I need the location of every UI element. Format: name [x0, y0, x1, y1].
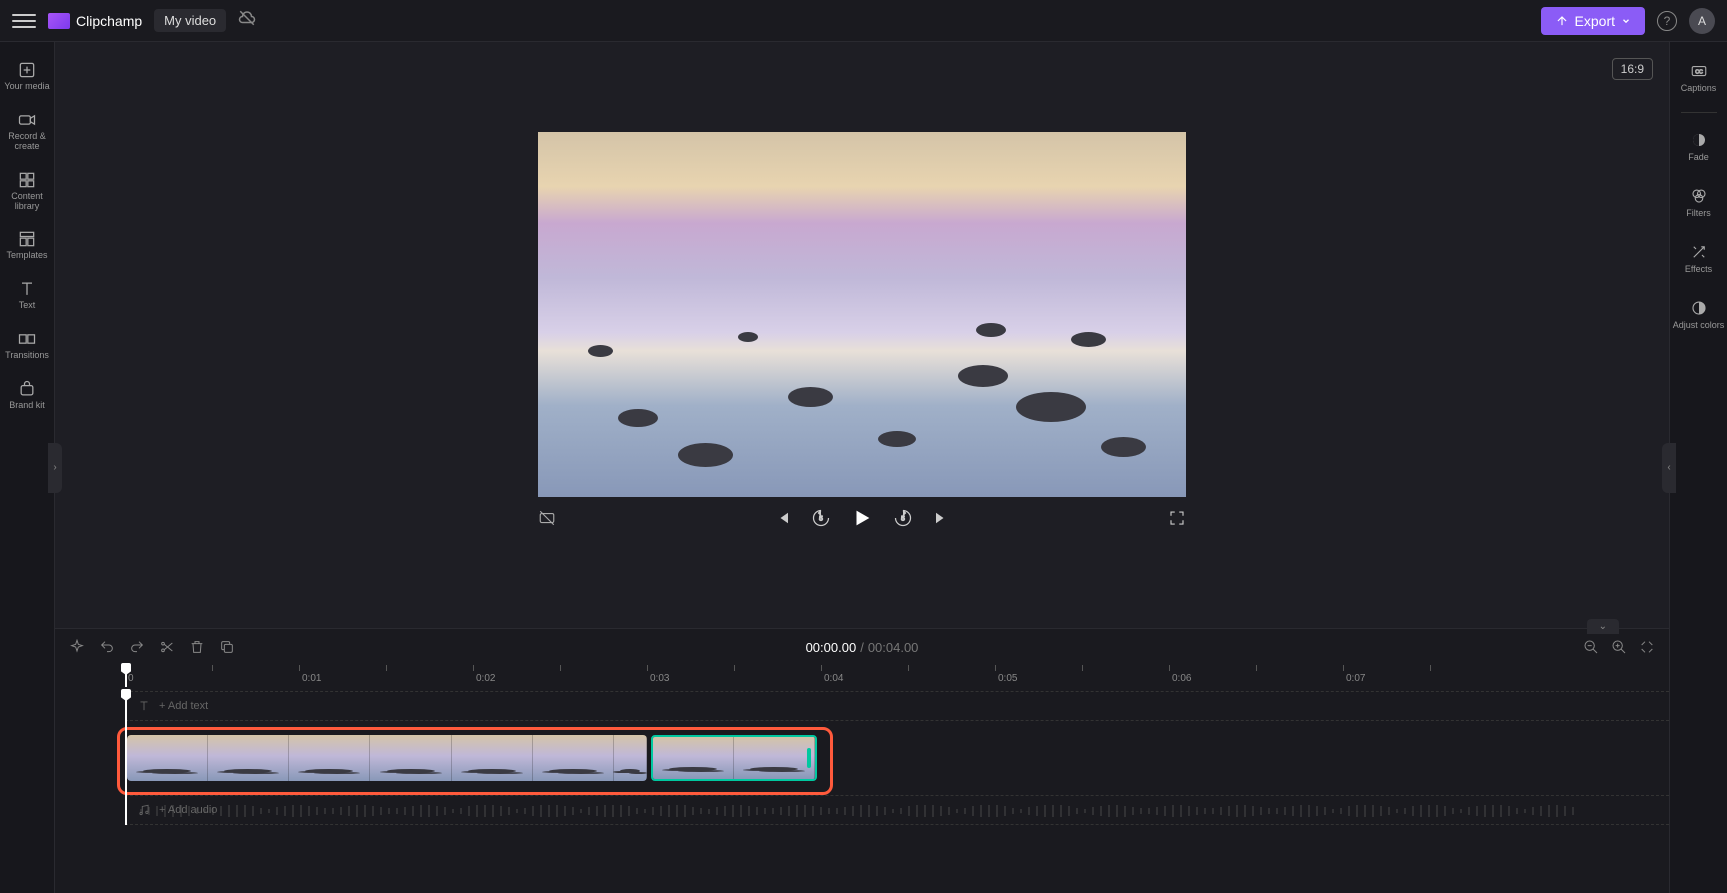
ruler-mark: 0:07 [1346, 673, 1365, 684]
ruler-mark: 0:03 [650, 673, 669, 684]
sidebar-item-label: Captions [1681, 84, 1717, 94]
undo-button[interactable] [99, 639, 115, 655]
time-separator: / [860, 640, 864, 655]
sidebar-item-content-library[interactable]: Content library [0, 162, 54, 220]
sidebar-item-label: Filters [1686, 209, 1711, 219]
text-track[interactable]: + Add text [125, 691, 1669, 721]
sidebar-item-text[interactable]: Text [0, 271, 54, 319]
zoom-in-button[interactable] [1611, 639, 1627, 655]
fullscreen-button[interactable] [1168, 509, 1186, 527]
sidebar-item-record-create[interactable]: Record & create [0, 102, 54, 160]
zoom-out-button[interactable] [1583, 639, 1599, 655]
sidebar-item-adjust-colors[interactable]: Adjust colors [1670, 289, 1727, 341]
avatar[interactable]: A [1689, 8, 1715, 34]
sidebar-item-label: Text [19, 301, 36, 311]
svg-text:5: 5 [819, 515, 823, 522]
sidebar-item-label: Content library [2, 192, 52, 212]
adjust-colors-icon [1690, 299, 1708, 317]
sidebar-item-label: Your media [4, 82, 49, 92]
sidebar-item-fade[interactable]: Fade [1670, 121, 1727, 173]
divider [1681, 112, 1717, 113]
duplicate-button[interactable] [219, 639, 235, 655]
chevron-down-icon [1621, 16, 1631, 26]
collapse-right-panel[interactable]: ‹ [1662, 443, 1676, 493]
sidebar-item-label: Fade [1688, 153, 1709, 163]
sidebar-item-filters[interactable]: Filters [1670, 177, 1727, 229]
help-button[interactable]: ? [1657, 11, 1677, 31]
export-button[interactable]: Export [1541, 7, 1645, 35]
sidebar-item-effects[interactable]: Effects [1670, 233, 1727, 285]
sidebar-item-label: Effects [1685, 265, 1712, 275]
sidebar-item-label: Brand kit [9, 401, 45, 411]
svg-text:CC: CC [1695, 69, 1703, 75]
text-icon [137, 699, 151, 713]
ruler-mark: 0:06 [1172, 673, 1191, 684]
play-button[interactable] [851, 507, 873, 529]
export-label: Export [1575, 13, 1615, 29]
sidebar-item-transitions[interactable]: Transitions [0, 321, 54, 369]
preview-area: 16:9 [55, 42, 1669, 628]
ruler-mark: 0:02 [476, 673, 495, 684]
template-icon [17, 229, 37, 249]
sidebar-item-templates[interactable]: Templates [0, 221, 54, 269]
split-button[interactable] [159, 639, 175, 655]
aspect-ratio-chip[interactable]: 16:9 [1612, 58, 1653, 80]
skip-forward-button[interactable] [933, 509, 951, 527]
skip-back-button[interactable] [773, 509, 791, 527]
sidebar-item-label: Templates [6, 251, 47, 261]
ruler-mark: 0:01 [302, 673, 321, 684]
right-sidebar: CC Captions Fade Filters Effects Adjust … [1669, 42, 1727, 893]
logo-icon [48, 13, 70, 29]
ruler-mark: 0:04 [824, 673, 843, 684]
safe-zone-toggle[interactable] [538, 509, 556, 527]
audio-waveform: document.write(Array.from({length:180},(… [137, 801, 1659, 821]
text-icon [17, 279, 37, 299]
left-sidebar: Your media Record & create Content libra… [0, 42, 55, 893]
sidebar-item-your-media[interactable]: Your media [0, 52, 54, 100]
captions-icon: CC [1690, 62, 1708, 80]
plus-box-icon [17, 60, 37, 80]
filters-icon [1690, 187, 1708, 205]
sidebar-item-captions[interactable]: CC Captions [1670, 52, 1727, 104]
total-time: 00:04.00 [868, 640, 919, 655]
app-logo[interactable]: Clipchamp [48, 13, 142, 29]
text-track-placeholder: + Add text [159, 700, 208, 712]
timeline-ruler[interactable]: 0 0:01 0:02 0:03 0:04 0:05 0:06 0:07 [55, 665, 1669, 687]
video-title[interactable]: My video [154, 9, 226, 32]
zoom-fit-button[interactable] [1639, 639, 1655, 655]
timeline-section: ⌄ 00:00.00 / 00:04.00 [55, 628, 1669, 893]
ruler-mark: 0 [128, 673, 134, 684]
menu-button[interactable] [12, 9, 36, 33]
sidebar-item-label: Record & create [2, 132, 52, 152]
playhead-line[interactable] [125, 691, 127, 825]
magic-tool[interactable] [69, 639, 85, 655]
ruler-mark: 0:05 [998, 673, 1017, 684]
timecode: 00:00.00 / 00:04.00 [806, 640, 919, 655]
current-time: 00:00.00 [806, 640, 857, 655]
sync-icon[interactable] [238, 9, 256, 32]
video-clip-b-selected[interactable] [651, 735, 817, 781]
brandkit-icon [17, 379, 37, 399]
effects-icon [1690, 243, 1708, 261]
forward-5s-button[interactable]: 5 [893, 508, 913, 528]
video-track[interactable] [125, 727, 1669, 789]
app-name: Clipchamp [76, 13, 142, 29]
sidebar-item-label: Transitions [5, 351, 49, 361]
delete-button[interactable] [189, 639, 205, 655]
sidebar-item-label: Adjust colors [1673, 321, 1725, 331]
camera-icon [17, 110, 37, 130]
timeline-tracks: + Add text + Add audio document.write(Ar… [55, 691, 1669, 825]
transitions-icon [17, 329, 37, 349]
playhead[interactable] [125, 665, 127, 687]
fade-icon [1690, 131, 1708, 149]
library-icon [17, 170, 37, 190]
video-clip-a[interactable] [127, 735, 647, 781]
redo-button[interactable] [129, 639, 145, 655]
video-canvas[interactable] [538, 132, 1186, 497]
playback-controls: 5 5 [538, 497, 1186, 539]
sidebar-item-brand-kit[interactable]: Brand kit [0, 371, 54, 419]
upload-icon [1555, 14, 1569, 28]
rewind-5s-button[interactable]: 5 [811, 508, 831, 528]
svg-text:5: 5 [901, 515, 905, 522]
